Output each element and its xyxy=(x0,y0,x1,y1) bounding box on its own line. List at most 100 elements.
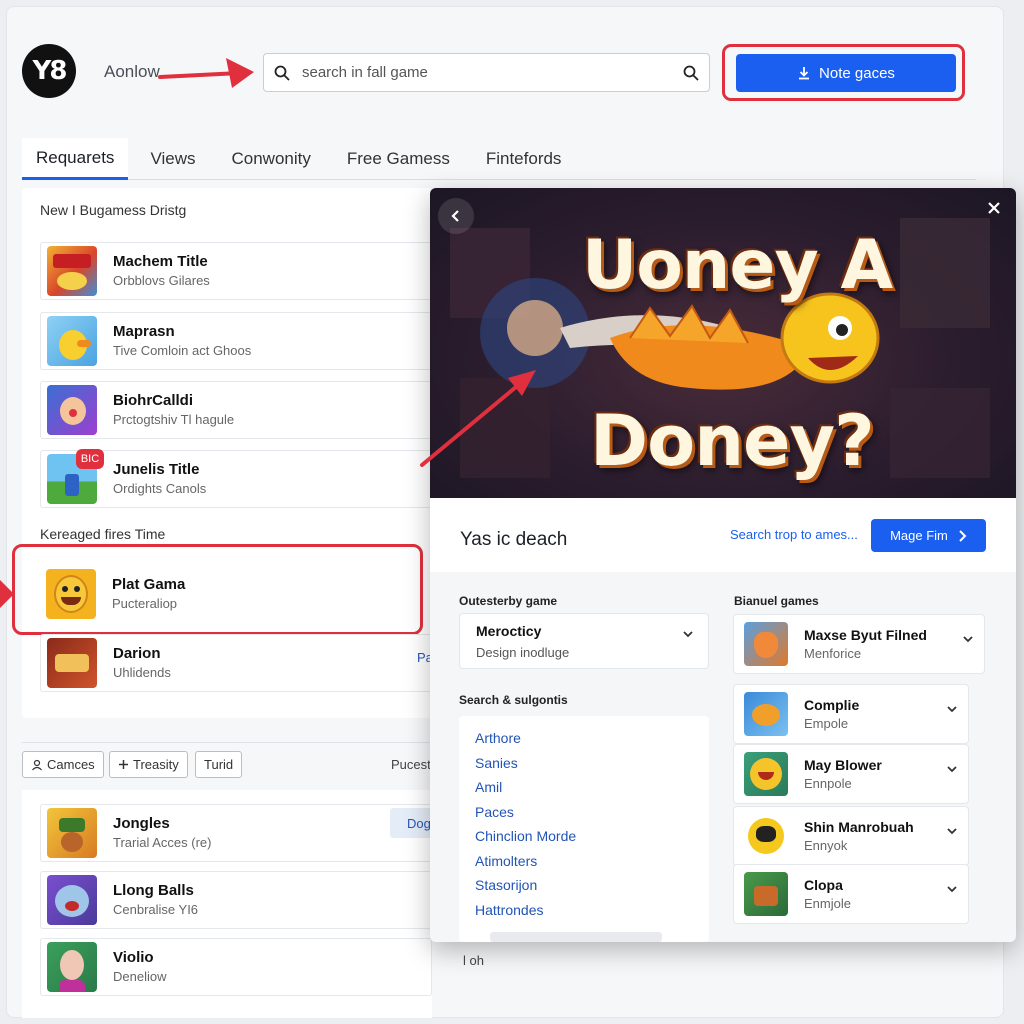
suggestion-item[interactable]: Chinclion Morde xyxy=(475,826,693,851)
chevron-down-icon[interactable] xyxy=(946,883,958,895)
game-row[interactable]: Darion Uhlidends xyxy=(40,634,432,692)
suggestions-label: Search & sulgontis xyxy=(459,693,568,707)
suggestion-item[interactable]: Stasorijon xyxy=(475,875,693,900)
forest-scene-thumbnail xyxy=(744,872,788,916)
hero-title-line-2: Doney? xyxy=(590,400,875,482)
chip-label: Turid xyxy=(204,757,234,772)
search-bar xyxy=(263,53,710,92)
monster-character-thumbnail xyxy=(47,875,97,925)
section-title-trending: Kereaged fires Time xyxy=(40,526,166,542)
modal-primary-button[interactable]: Mage Fim xyxy=(871,519,986,552)
chip-label: Treasity xyxy=(133,757,179,772)
arcade-game-thumbnail xyxy=(47,246,97,296)
section-title-new: New I Bugamess Dristg xyxy=(40,202,187,218)
bundle-title: Clopa xyxy=(804,876,843,893)
bundle-subtitle: Ennpole xyxy=(804,775,852,791)
game-subtitle: Orbblovs Gilares xyxy=(113,273,210,288)
fox-character-thumbnail xyxy=(744,622,788,666)
bundle-title: Complie xyxy=(804,696,860,713)
clown-portrait-thumbnail xyxy=(47,942,97,992)
bundle-item[interactable]: May Blower Ennpole xyxy=(733,744,969,804)
tab-fintefords[interactable]: Fintefords xyxy=(472,138,576,180)
game-row[interactable]: Llong Balls Cenbralise YI6 xyxy=(40,871,432,929)
lion-character-thumbnail xyxy=(744,752,788,796)
action-game-thumbnail xyxy=(47,638,97,688)
suggestion-item[interactable]: Paces xyxy=(475,802,693,827)
game-title: Llong Balls xyxy=(113,882,194,899)
dropdown-value: Merocticy xyxy=(476,623,542,639)
dropdown-label: Outesterby game xyxy=(459,594,558,608)
game-subtitle: Prctogtshiv Tl hagule xyxy=(113,412,235,427)
suggestion-item[interactable]: Hattrondes xyxy=(475,900,693,925)
site-logo[interactable]: Y8 xyxy=(22,44,76,98)
suggestion-item[interactable]: Atimolters xyxy=(475,851,693,876)
chevron-down-icon xyxy=(683,631,693,638)
game-row[interactable]: BiohrCalldi Prctogtshiv Tl hagule xyxy=(40,381,432,439)
tab-free-gamess[interactable]: Free Gamess xyxy=(333,138,464,180)
game-title: Maprasn xyxy=(113,323,175,340)
game-select-dropdown[interactable]: Merocticy Design inodluge xyxy=(459,613,709,669)
game-title: Jongles xyxy=(113,815,170,832)
bundle-title: May Blower xyxy=(804,756,882,773)
download-icon xyxy=(799,67,810,80)
suggestion-item[interactable]: Arthore xyxy=(475,728,693,753)
filter-chip-camces[interactable]: Camces xyxy=(22,751,104,778)
bundle-title: Maxse Byut Filned xyxy=(804,626,927,643)
modal-button-label: Mage Fim xyxy=(890,528,948,543)
main-tabs: Requarets Views Conwonity Free Gamess Fi… xyxy=(22,138,976,180)
game-title: Darion xyxy=(113,645,161,662)
tab-requarets[interactable]: Requarets xyxy=(22,138,129,180)
game-subtitle: Cenbralise YI6 xyxy=(113,902,199,917)
bundle-item[interactable]: Maxse Byut Filned Menforice xyxy=(733,614,985,674)
chevron-down-icon[interactable] xyxy=(946,763,958,775)
game-subtitle: Ordights Canols xyxy=(113,481,207,496)
suggestions-list: Arthore Sanies Amil Paces Chinclion Mord… xyxy=(459,716,709,942)
suggestions-scrollbar[interactable] xyxy=(490,932,662,942)
close-icon xyxy=(988,202,1000,214)
search-submit-icon[interactable] xyxy=(683,65,699,81)
side-label-pucest: Pucest xyxy=(391,757,431,772)
bundle-subtitle: Enmjole xyxy=(804,895,851,911)
game-title: Violio xyxy=(113,949,154,966)
chevron-left-icon xyxy=(451,210,459,222)
tab-conwonity[interactable]: Conwonity xyxy=(217,138,324,180)
cta-button[interactable]: Note gaces xyxy=(736,54,956,92)
cta-label: Note gaces xyxy=(819,64,895,82)
bundle-title: Shin Manrobuah xyxy=(804,818,914,835)
filter-chip-turid[interactable]: Turid xyxy=(195,751,243,778)
bundle-item[interactable]: Clopa Enmjole xyxy=(733,864,969,924)
new-badge: BIC xyxy=(76,449,104,469)
back-button[interactable] xyxy=(438,198,474,234)
modal-title: Yas ic deach xyxy=(460,529,568,550)
chevron-down-icon[interactable] xyxy=(946,825,958,837)
bundle-label: Bianuel games xyxy=(734,594,819,608)
game-subtitle: Tive Comloin act Ghoos xyxy=(113,343,252,358)
bundle-item[interactable]: Shin Manrobuah Ennyok xyxy=(733,806,969,866)
game-title: Junelis Title xyxy=(113,461,200,478)
filter-chip-treasity[interactable]: Treasity xyxy=(109,751,188,778)
chevron-down-icon[interactable] xyxy=(946,703,958,715)
selection-highlight-outline xyxy=(12,544,423,635)
game-row[interactable]: Maprasn Tive Comloin act Ghoos xyxy=(40,312,432,370)
game-title: Machem Title xyxy=(113,253,208,270)
game-row[interactable]: Jongles Trarial Acces (re) xyxy=(40,804,432,862)
user-icon xyxy=(32,759,42,770)
game-subtitle: Trarial Acces (re) xyxy=(113,835,212,850)
close-button[interactable] xyxy=(976,190,1012,226)
suggestion-item[interactable]: Sanies xyxy=(475,753,693,778)
chevron-right-icon xyxy=(959,529,967,542)
chip-label: Camces xyxy=(47,757,95,772)
chevron-down-icon[interactable] xyxy=(962,633,974,645)
tab-views[interactable]: Views xyxy=(136,138,209,180)
side-action-button[interactable]: Dog xyxy=(390,808,434,838)
bundle-item[interactable]: Complie Empole xyxy=(733,684,969,744)
search-input[interactable] xyxy=(302,64,683,81)
game-title: BiohrCalldi xyxy=(113,392,194,409)
suggestion-item[interactable]: Amil xyxy=(475,777,693,802)
game-row[interactable]: Machem Title Orbblovs Gilares xyxy=(40,242,432,300)
modal-search-link[interactable]: Search trop to ames... xyxy=(730,527,858,542)
hero-banner: Uoney A Doney? xyxy=(430,188,1016,498)
dropdown-subtext: Design inodluge xyxy=(476,645,570,660)
game-row[interactable]: Violio Deneliow xyxy=(40,938,432,996)
game-subtitle: Uhlidends xyxy=(113,665,171,680)
